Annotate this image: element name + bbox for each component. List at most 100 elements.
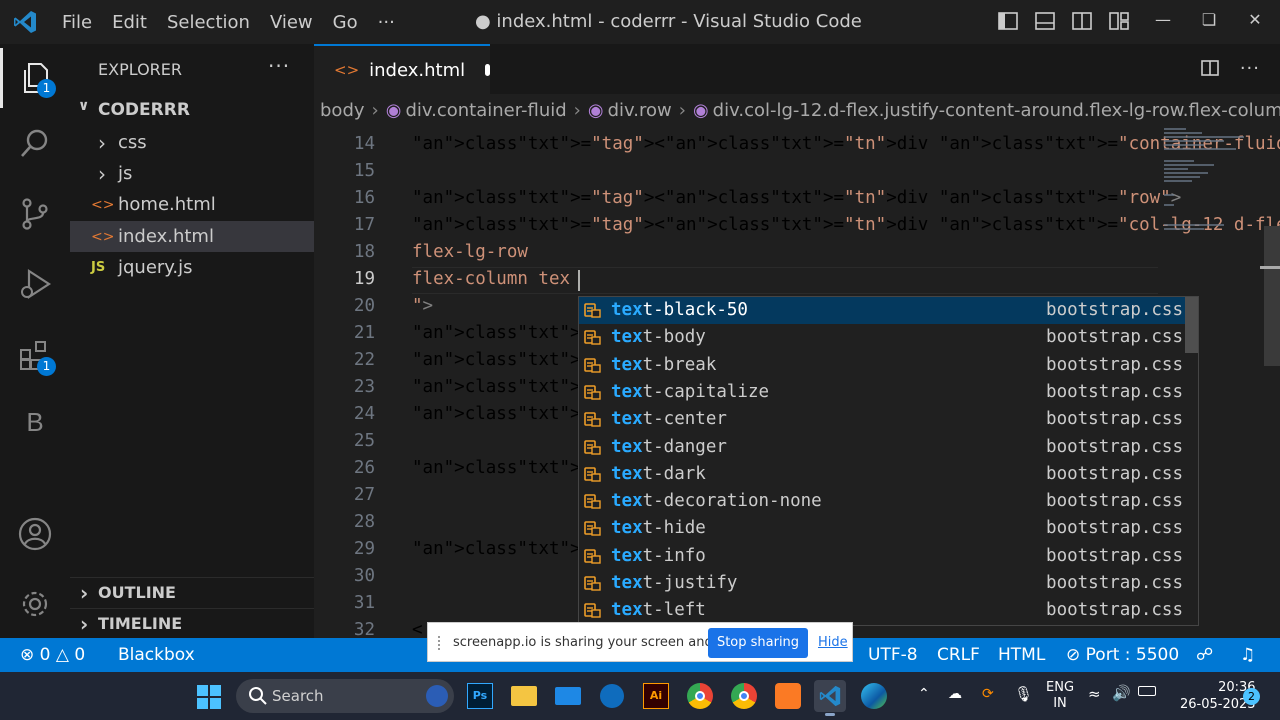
onedrive-icon[interactable]: ☁ <box>948 686 962 702</box>
chrome-profile-app-icon[interactable] <box>728 680 760 712</box>
problems-status[interactable]: ⊗ 0 △ 0 <box>20 645 85 665</box>
tray-overflow-icon[interactable]: ⌃ <box>918 686 930 702</box>
vscode-app-icon[interactable] <box>814 680 846 716</box>
illustrator-app-icon[interactable]: Ai <box>640 680 672 712</box>
code-line[interactable]: 14 "an">class"txt">="tag"><"an">class"txt… <box>314 131 1280 158</box>
suggestion-item[interactable]: text-justify bootstrap.css <box>579 570 1185 597</box>
unsaved-dot-icon[interactable] <box>485 64 490 76</box>
suggestion-source: bootstrap.css <box>1046 600 1183 621</box>
breadcrumb-container[interactable]: div.container-fluid <box>405 100 566 121</box>
wifi-icon[interactable]: ≈ <box>1088 685 1101 703</box>
title-bar: File Edit Selection View Go ··· ● index.… <box>0 0 1280 44</box>
menu-view[interactable]: View <box>260 12 323 33</box>
tree-file-home[interactable]: <> home.html <box>70 189 314 220</box>
suggestion-item[interactable]: text-center bootstrap.css <box>579 406 1185 433</box>
toggle-secondary-sidebar-icon[interactable] <box>1070 9 1094 33</box>
split-editor-icon[interactable] <box>1200 58 1220 83</box>
search-activity[interactable] <box>0 114 70 174</box>
suggestion-item[interactable]: text-dark bootstrap.css <box>579 461 1185 488</box>
source-control-activity[interactable] <box>0 184 70 244</box>
tree-folder-js[interactable]: › js <box>70 158 314 189</box>
explorer-more-actions[interactable]: ··· <box>268 54 290 78</box>
restore-icon[interactable]: ❏ <box>1186 10 1232 29</box>
blackbox-status[interactable]: Blackbox <box>118 645 195 665</box>
customize-layout-icon[interactable] <box>1107 9 1131 33</box>
microphone-icon[interactable]: 🎙 <box>1014 685 1033 703</box>
suggestion-item[interactable]: text-decoration-none bootstrap.css <box>579 488 1185 515</box>
taskbar-search[interactable]: Search <box>236 679 454 713</box>
suggestion-item[interactable]: text-info bootstrap.css <box>579 543 1185 570</box>
outlook-app-icon[interactable] <box>596 680 628 712</box>
drag-handle-icon[interactable] <box>438 636 444 650</box>
suggest-scrollbar[interactable] <box>1185 297 1198 353</box>
minimize-icon[interactable]: — <box>1140 10 1186 29</box>
tree-folder-css[interactable]: › css <box>70 127 314 158</box>
encoding-status[interactable]: UTF-8 <box>868 645 918 665</box>
tab-index-html[interactable]: <> index.html <box>314 44 490 94</box>
code-line[interactable]: 17 "an">class"txt">="tag"><"an">class"txt… <box>314 212 1280 239</box>
extensions-activity[interactable]: 1 <box>0 326 70 386</box>
suggestion-item[interactable]: text-hide bootstrap.css <box>579 515 1185 542</box>
breadcrumb-body[interactable]: body <box>320 100 365 121</box>
code-line[interactable]: 19 flex-column tex <box>314 266 1164 293</box>
notification-count-badge[interactable]: 2 <box>1243 688 1260 705</box>
menu-edit[interactable]: Edit <box>102 12 157 33</box>
tree-file-index[interactable]: <> index.html <box>70 221 314 252</box>
lang-bottom: IN <box>1053 696 1067 711</box>
breadcrumb-col[interactable]: div.col-lg-12.d-flex.justify-content-aro… <box>713 100 1280 121</box>
language-indicator[interactable]: ENG IN <box>1046 680 1074 712</box>
element-icon: ◉ <box>385 100 402 121</box>
code-line[interactable]: 18 flex-lg-row <box>314 239 1164 266</box>
toggle-sidebar-icon[interactable] <box>996 9 1020 33</box>
more-actions-icon[interactable]: ··· <box>1240 58 1260 83</box>
volume-icon[interactable]: 🔊 <box>1112 684 1131 702</box>
css-class-symbol-icon <box>584 466 601 482</box>
outline-section[interactable]: › OUTLINE <box>70 577 314 607</box>
battery-icon[interactable] <box>1138 686 1156 696</box>
menu-file[interactable]: File <box>52 12 102 33</box>
close-icon[interactable]: ✕ <box>1232 10 1278 29</box>
run-debug-activity[interactable] <box>0 254 70 314</box>
edge-app-icon[interactable] <box>858 680 890 712</box>
toggle-panel-icon[interactable] <box>1033 9 1057 33</box>
explorer-activity[interactable]: 1 <box>0 48 70 108</box>
manage-activity[interactable] <box>0 574 70 634</box>
code-line[interactable]: 16 "an">class"txt">="tag"><"an">class"txt… <box>314 185 1181 212</box>
suggestion-item[interactable]: text-left bootstrap.css <box>579 597 1185 624</box>
suggestion-item[interactable]: text-body bootstrap.css <box>579 324 1185 351</box>
hide-link[interactable]: Hide <box>818 635 848 650</box>
language-status[interactable]: HTML <box>998 645 1045 665</box>
timeline-section[interactable]: › TIMELINE <box>70 608 314 638</box>
mail-app-icon[interactable] <box>552 680 584 712</box>
stop-sharing-button[interactable]: Stop sharing <box>708 628 808 658</box>
bell-icon[interactable]: ♫ <box>1240 645 1255 665</box>
suggestion-item[interactable]: text-break bootstrap.css <box>579 352 1185 379</box>
code-line[interactable]: 15 <box>314 158 1164 185</box>
folder-header[interactable]: ∨ CODERRR <box>70 98 314 124</box>
menu-go[interactable]: Go <box>323 12 368 33</box>
feedback-icon[interactable]: ☍ <box>1196 645 1213 665</box>
folder-name: CODERRR <box>98 100 190 120</box>
file-explorer-app-icon[interactable] <box>508 680 540 712</box>
menu-selection[interactable]: Selection <box>157 12 260 33</box>
blackbox-activity[interactable]: B <box>0 392 70 452</box>
live-server-status[interactable]: ⊘ Port : 5500 <box>1066 645 1179 665</box>
vertical-scrollbar[interactable] <box>1260 126 1280 638</box>
account-icon <box>18 517 52 551</box>
windows-start-icon[interactable] <box>196 684 222 710</box>
scrollbar-thumb[interactable] <box>1264 226 1280 366</box>
sync-icon[interactable]: ⟳ <box>982 686 994 702</box>
breadcrumb-row[interactable]: div.row <box>608 100 672 121</box>
suggestion-item[interactable]: text-danger bootstrap.css <box>579 434 1185 461</box>
suggestion-item[interactable]: text-capitalize bootstrap.css <box>579 379 1185 406</box>
tree-item-label: js <box>118 163 133 184</box>
photoshop-app-icon[interactable]: Ps <box>464 680 496 712</box>
eol-status[interactable]: CRLF <box>937 645 980 665</box>
chrome-app-icon[interactable] <box>684 680 716 712</box>
suggestion-item[interactable]: text-black-50 bootstrap.css <box>579 297 1185 324</box>
tree-file-jquery[interactable]: JS jquery.js <box>70 252 314 283</box>
menu-more[interactable]: ··· <box>368 12 405 33</box>
xampp-app-icon[interactable] <box>772 680 804 712</box>
autocomplete-suggestions[interactable]: text-black-50 bootstrap.css text-body boots… <box>578 296 1199 626</box>
accounts-activity[interactable] <box>0 504 70 564</box>
